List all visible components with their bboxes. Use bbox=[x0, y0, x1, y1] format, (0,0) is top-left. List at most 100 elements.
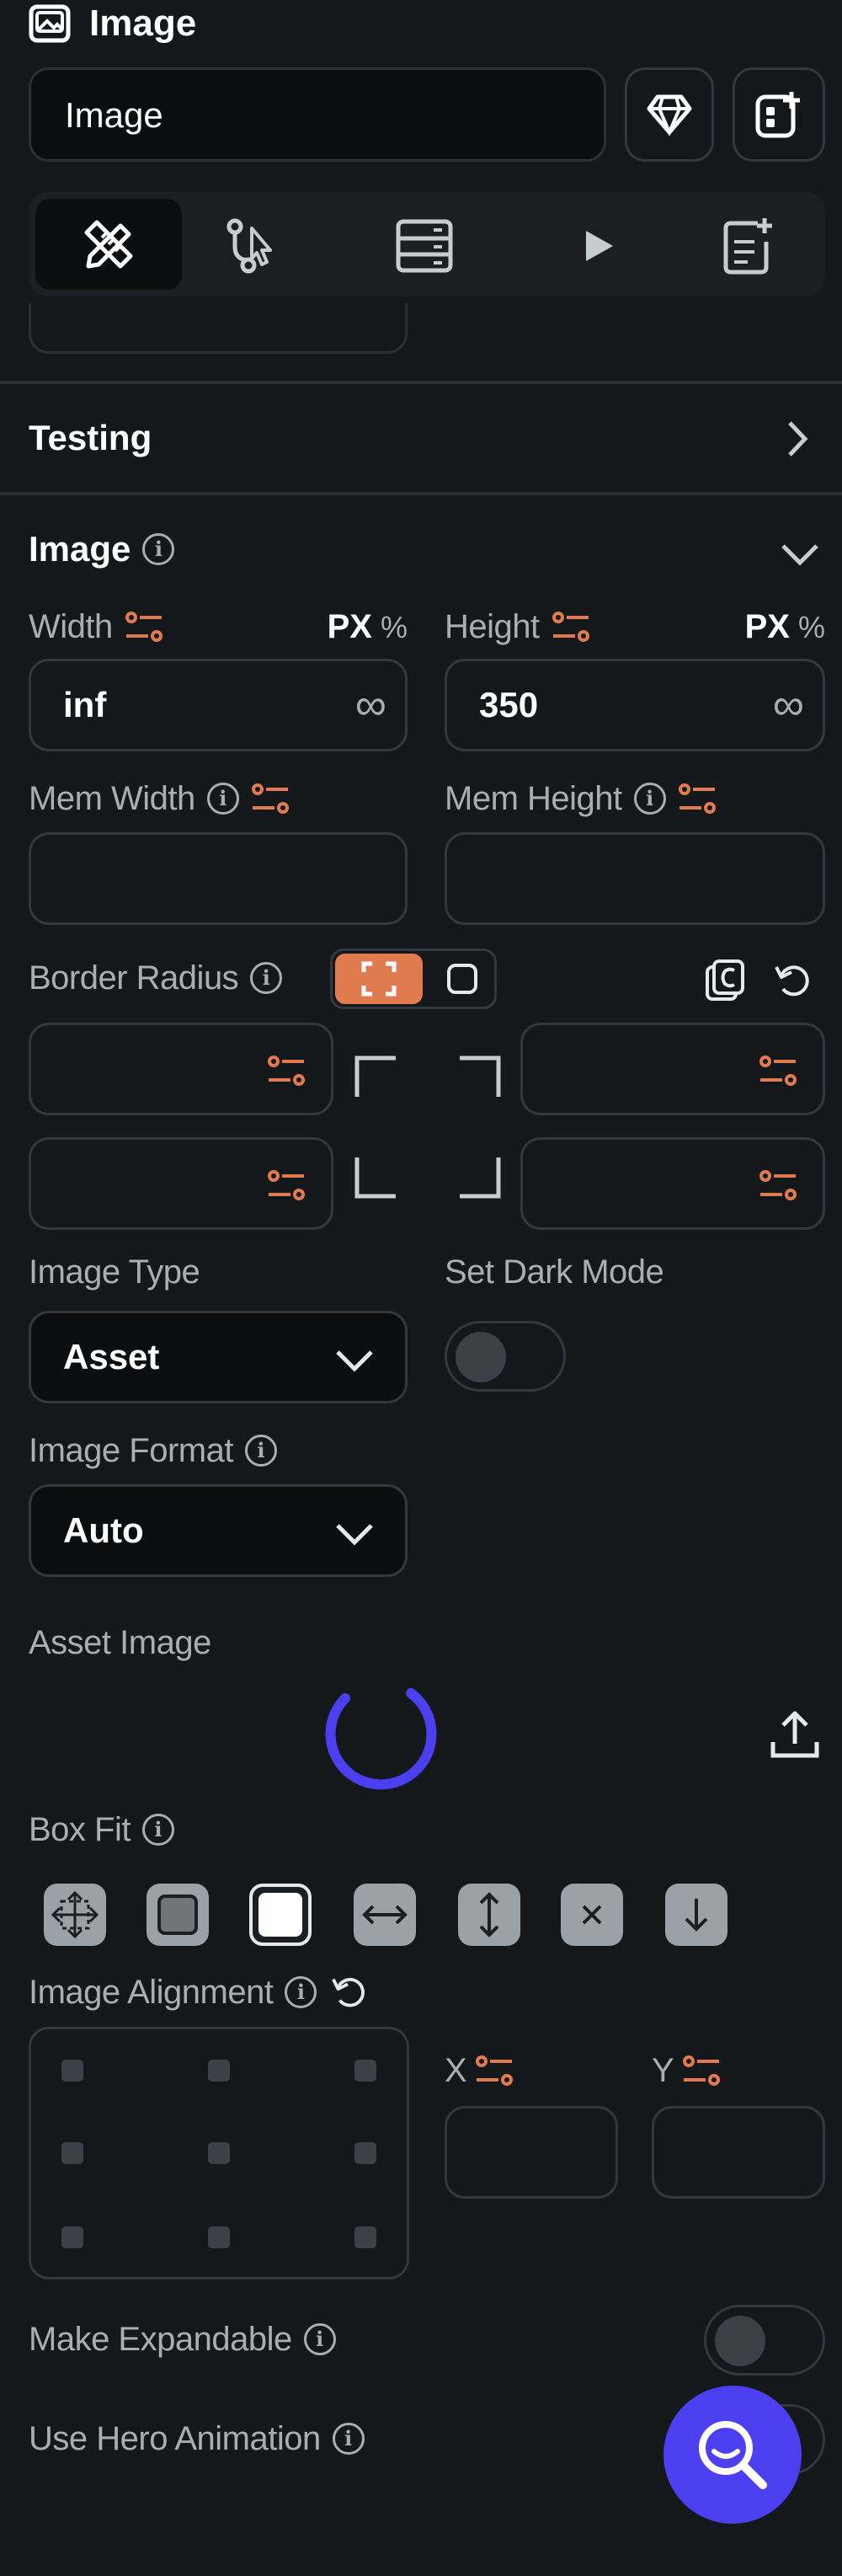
box-fit-height-button[interactable] bbox=[458, 1884, 520, 1946]
align-center-right[interactable] bbox=[354, 2142, 376, 2164]
image-alignment-label-row: Image Alignment i bbox=[29, 1968, 369, 2017]
variable-icon[interactable] bbox=[475, 2054, 514, 2087]
info-icon: i bbox=[332, 2423, 365, 2455]
variable-icon[interactable] bbox=[552, 610, 590, 644]
width-label: Width bbox=[29, 607, 113, 645]
infinity-button[interactable]: ∞ bbox=[773, 680, 804, 730]
premium-button[interactable] bbox=[625, 67, 714, 162]
infinity-button[interactable]: ∞ bbox=[355, 680, 386, 730]
top-right-radius-input[interactable] bbox=[520, 1023, 825, 1115]
box-fit-scale-down-button[interactable] bbox=[665, 1884, 727, 1946]
box-fit-fill-button[interactable] bbox=[561, 1884, 623, 1946]
image-alignment-label: Image Alignment bbox=[29, 1973, 274, 2011]
reset-icon[interactable] bbox=[773, 960, 813, 1001]
info-icon: i bbox=[633, 783, 666, 815]
alignment-y-input[interactable] bbox=[652, 2106, 825, 2199]
horizontal-arrows-icon bbox=[362, 1905, 408, 1925]
panel-header: Image bbox=[29, 0, 196, 47]
box-fit-width-button[interactable] bbox=[354, 1884, 416, 1946]
add-document-icon bbox=[723, 218, 772, 275]
variable-icon[interactable] bbox=[267, 1168, 306, 1202]
mem-height-input[interactable] bbox=[445, 832, 825, 925]
box-fit-cover-button[interactable] bbox=[147, 1884, 209, 1946]
width-input[interactable]: inf ∞ bbox=[29, 659, 408, 751]
chevron-right-icon bbox=[788, 421, 808, 457]
image-section-header[interactable]: Image i bbox=[0, 505, 842, 598]
variable-icon[interactable] bbox=[759, 1054, 797, 1088]
play-icon bbox=[586, 231, 613, 261]
variable-icon[interactable] bbox=[125, 610, 163, 644]
image-type-value: Asset bbox=[63, 1337, 160, 1376]
align-top-left[interactable] bbox=[61, 2060, 83, 2082]
make-expandable-toggle[interactable] bbox=[704, 2305, 825, 2376]
width-value: inf bbox=[63, 685, 107, 724]
box-fit-none-button[interactable] bbox=[44, 1884, 106, 1946]
alignment-x-label: X bbox=[445, 2051, 467, 2089]
bottom-left-radius-input[interactable] bbox=[29, 1137, 333, 1230]
variable-icon[interactable] bbox=[251, 782, 290, 815]
unit-px-toggle[interactable]: PX bbox=[328, 608, 372, 646]
variable-icon[interactable] bbox=[682, 2054, 721, 2087]
widget-name-input[interactable]: Image bbox=[29, 67, 606, 162]
align-bottom-left[interactable] bbox=[61, 2226, 83, 2248]
search-fab[interactable] bbox=[663, 2386, 802, 2524]
box-fit-contain-button[interactable] bbox=[249, 1884, 312, 1946]
align-top-right[interactable] bbox=[354, 2060, 376, 2082]
image-section-title-wrap: Image i bbox=[29, 529, 175, 569]
loading-spinner-icon bbox=[325, 1688, 437, 1790]
width-label-row: Width PX % bbox=[29, 603, 408, 650]
tab-animations[interactable] bbox=[564, 212, 632, 280]
per-corner-radius-button[interactable] bbox=[335, 954, 423, 1004]
unit-px-toggle[interactable]: PX bbox=[745, 608, 790, 646]
tab-properties[interactable] bbox=[35, 199, 182, 290]
align-center-left[interactable] bbox=[61, 2142, 83, 2164]
diamond-icon bbox=[647, 94, 692, 136]
dark-mode-label: Set Dark Mode bbox=[445, 1253, 664, 1291]
height-label: Height bbox=[445, 607, 540, 645]
add-component-icon bbox=[755, 92, 800, 138]
alignment-grid bbox=[29, 2027, 409, 2279]
variable-icon[interactable] bbox=[267, 1054, 306, 1088]
copy-icon[interactable] bbox=[704, 959, 748, 1002]
variable-icon[interactable] bbox=[759, 1168, 797, 1202]
variable-icon[interactable] bbox=[678, 782, 717, 815]
vertical-arrows-icon bbox=[479, 1892, 499, 1937]
border-radius-label: Border Radius bbox=[29, 959, 239, 997]
close-icon bbox=[582, 1905, 602, 1925]
testing-section-header[interactable]: Testing bbox=[0, 384, 842, 492]
move-arrows-icon bbox=[51, 1890, 99, 1939]
bottom-right-radius-input[interactable] bbox=[520, 1137, 825, 1230]
box-fit-label: Box Fit bbox=[29, 1810, 131, 1848]
align-center[interactable] bbox=[208, 2142, 230, 2164]
scrolled-field-remnant bbox=[29, 303, 408, 354]
unit-percent-toggle[interactable]: % bbox=[381, 610, 408, 645]
top-left-radius-input[interactable] bbox=[29, 1023, 333, 1115]
toggle-knob bbox=[456, 1332, 506, 1382]
info-icon: i bbox=[142, 533, 175, 565]
unit-percent-toggle[interactable]: % bbox=[798, 610, 825, 645]
tab-actions[interactable] bbox=[219, 212, 286, 280]
tab-backend-query[interactable] bbox=[391, 212, 458, 280]
align-bottom-center[interactable] bbox=[208, 2226, 230, 2248]
panel-title: Image bbox=[89, 3, 197, 44]
image-type-dropdown[interactable]: Asset bbox=[29, 1311, 408, 1403]
height-value: 350 bbox=[479, 685, 539, 724]
reset-icon[interactable] bbox=[330, 1973, 369, 2012]
alignment-x-input[interactable] bbox=[445, 2106, 618, 2199]
add-widget-button[interactable] bbox=[733, 67, 825, 162]
align-bottom-right[interactable] bbox=[354, 2226, 376, 2248]
toggle-knob bbox=[715, 2316, 765, 2366]
mem-width-input[interactable] bbox=[29, 832, 408, 925]
image-section-title: Image bbox=[29, 529, 131, 569]
align-top-center[interactable] bbox=[208, 2060, 230, 2082]
alignment-y-label-row: Y bbox=[652, 2047, 721, 2094]
height-input[interactable]: 350 ∞ bbox=[445, 659, 825, 751]
tab-widget-state[interactable] bbox=[714, 212, 781, 280]
uniform-radius-button[interactable] bbox=[430, 954, 494, 1004]
upload-icon[interactable] bbox=[768, 1707, 822, 1761]
chevron-down-icon bbox=[336, 1524, 373, 1546]
dark-mode-toggle[interactable] bbox=[445, 1321, 566, 1392]
make-expandable-label: Make Expandable bbox=[29, 2320, 292, 2358]
info-icon: i bbox=[303, 2323, 336, 2355]
image-format-dropdown[interactable]: Auto bbox=[29, 1484, 408, 1577]
